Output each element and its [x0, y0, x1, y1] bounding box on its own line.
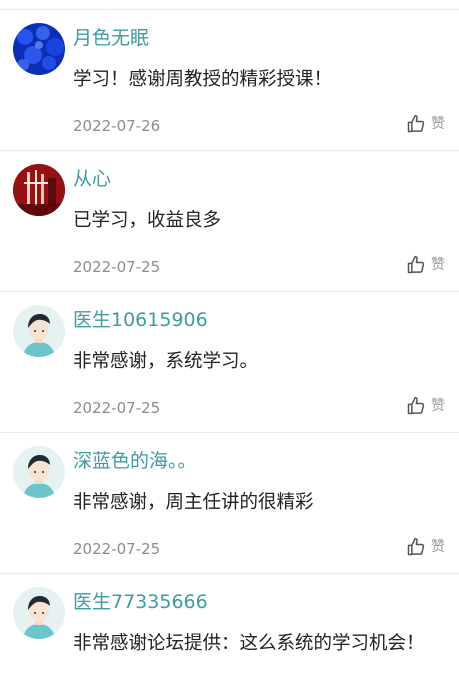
username[interactable]: 医生77335666: [73, 590, 208, 614]
comment-date: 2022-07-25: [73, 258, 161, 276]
avatar[interactable]: [13, 305, 65, 357]
comment-text: 已学习，收益良多: [73, 210, 222, 231]
like-button[interactable]: 赞: [406, 114, 445, 134]
thumbs-up-icon: [407, 396, 425, 415]
avatar[interactable]: [13, 23, 65, 75]
like-label: 赞: [431, 398, 445, 414]
avatar[interactable]: [13, 587, 65, 639]
like-button[interactable]: 赞: [406, 537, 445, 557]
like-label: 赞: [431, 257, 445, 273]
username[interactable]: 医生10615906: [73, 308, 208, 332]
comment-item: 医生10615906 非常感谢，系统学习。 2022-07-25 赞: [0, 292, 459, 433]
username[interactable]: 深蓝色的海。。: [73, 449, 197, 473]
like-label: 赞: [431, 539, 445, 555]
comment-date: 2022-07-25: [73, 399, 161, 417]
username[interactable]: 月色无眠: [73, 26, 149, 50]
comment-item: 月色无眠 学习！感谢周教授的精彩授课！ 2022-07-26 赞: [0, 10, 459, 151]
comment-text: 非常感谢论坛提供：这么系统的学习机会！: [73, 633, 425, 654]
avatar[interactable]: [13, 446, 65, 498]
username[interactable]: 从心: [73, 167, 111, 191]
comment-text: 学习！感谢周教授的精彩授课！: [73, 69, 333, 90]
thumbs-up-icon: [407, 255, 425, 274]
like-label: 赞: [431, 116, 445, 132]
comment-text: 非常感谢，系统学习。: [73, 351, 259, 372]
comment-date: 2022-07-25: [73, 540, 161, 558]
like-button[interactable]: 赞: [406, 255, 445, 275]
comment-item: 从心 已学习，收益良多 2022-07-25 赞: [0, 151, 459, 292]
comment-text: 非常感谢，周主任讲的很精彩: [73, 492, 314, 513]
avatar[interactable]: [13, 164, 65, 216]
comment-item: 医生77335666 非常感谢论坛提供：这么系统的学习机会！: [0, 574, 459, 694]
like-button[interactable]: 赞: [406, 396, 445, 416]
comment-date: 2022-07-26: [73, 117, 161, 135]
comment-item: 深蓝色的海。。 非常感谢，周主任讲的很精彩 2022-07-25 赞: [0, 433, 459, 574]
thumbs-up-icon: [407, 537, 425, 556]
thumbs-up-icon: [407, 114, 425, 133]
